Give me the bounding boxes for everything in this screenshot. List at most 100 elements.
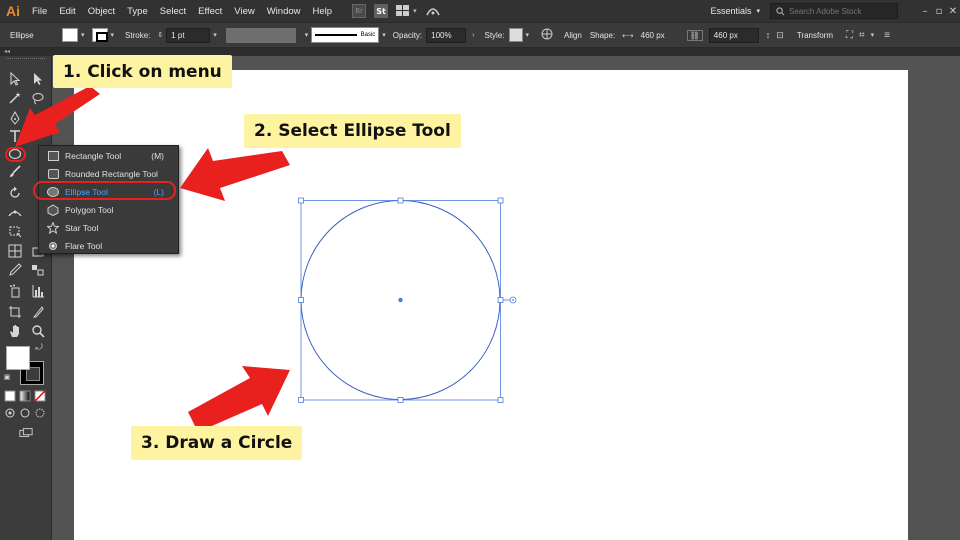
select-similar-icon[interactable]: ⛶ xyxy=(843,30,856,41)
toolbar-grip[interactable] xyxy=(6,58,45,64)
default-fill-stroke-icon[interactable]: ▣ xyxy=(2,372,12,382)
draw-mode-icon[interactable] xyxy=(4,407,16,419)
panel-menu-icon[interactable]: ≡ xyxy=(881,30,893,41)
callout-step-2: 2. Select Ellipse Tool xyxy=(244,114,461,148)
flyout-rounded-rectangle-tool[interactable]: Rounded Rectangle Tool xyxy=(39,165,178,183)
menu-effect[interactable]: Effect xyxy=(192,0,228,22)
isolate-object-icon[interactable]: ⌗ xyxy=(856,30,868,41)
constrain-proportions-icon[interactable]: ⛓ xyxy=(686,29,703,41)
callout-step-1: 1. Click on menu xyxy=(53,55,232,88)
shape-properties-icon[interactable]: ⊡ xyxy=(773,30,787,41)
shape-label: Shape: xyxy=(589,30,616,40)
variable-width-profile[interactable] xyxy=(225,27,296,43)
stock-button[interactable]: St xyxy=(374,4,389,18)
close-button[interactable]: ✕ xyxy=(946,6,960,17)
type-tool-icon[interactable] xyxy=(4,127,26,145)
canvas-pasteboard[interactable] xyxy=(52,56,960,540)
shape-height-field[interactable]: 460 px xyxy=(708,27,759,43)
opacity-label[interactable]: Opacity: xyxy=(389,31,426,40)
opacity-field[interactable]: 100% xyxy=(426,27,467,43)
blend-tool-icon[interactable] xyxy=(27,261,49,279)
brush-stroke-preview xyxy=(315,34,357,36)
width-icon: ⟷ xyxy=(622,30,634,40)
menu-object[interactable]: Object xyxy=(82,0,121,22)
free-transform-tool-icon[interactable] xyxy=(4,222,26,240)
paintbrush-tool-icon[interactable] xyxy=(4,163,26,181)
brush-definition[interactable]: Basic xyxy=(311,27,380,43)
rounded-rectangle-icon xyxy=(43,169,63,179)
hand-tool-icon[interactable] xyxy=(4,322,26,340)
bridge-button[interactable]: Br xyxy=(352,4,367,18)
rectangle-icon xyxy=(43,151,63,161)
menu-view[interactable]: View xyxy=(228,0,260,22)
flyout-item-label: Polygon Tool xyxy=(65,205,114,215)
arrange-documents-icon[interactable]: ▾ xyxy=(396,4,417,18)
shape-builder-tool-icon[interactable] xyxy=(4,242,26,260)
brush-dropdown-icon[interactable]: ▾ xyxy=(379,31,389,39)
brush-name: Basic xyxy=(360,32,376,38)
eyedropper-tool-icon[interactable] xyxy=(4,261,26,279)
opacity-arrow-icon[interactable]: › xyxy=(466,32,480,39)
gradient-mode-icon[interactable] xyxy=(19,390,31,402)
screen-mode-icon[interactable] xyxy=(16,426,36,440)
fill-dropdown-icon[interactable]: ▾ xyxy=(78,31,88,39)
rotate-tool-icon[interactable] xyxy=(4,184,26,202)
menu-select[interactable]: Select xyxy=(154,0,192,22)
profile-dropdown-icon[interactable]: ▾ xyxy=(302,31,312,39)
slice-tool-icon[interactable] xyxy=(27,303,49,321)
column-graph-tool-icon[interactable] xyxy=(27,282,49,300)
shape-width-field[interactable]: 460 px xyxy=(636,27,687,43)
transform-button[interactable]: Transform xyxy=(793,31,837,40)
menu-edit[interactable]: Edit xyxy=(53,0,81,22)
lasso-tool-icon[interactable] xyxy=(27,89,49,107)
stroke-stepper-icon[interactable]: ⇕ xyxy=(154,31,166,39)
width-tool-icon[interactable] xyxy=(4,204,26,222)
symbol-sprayer-tool-icon[interactable] xyxy=(4,282,26,300)
color-mode-icon[interactable] xyxy=(4,390,16,402)
workspace-switcher[interactable]: Essentials ▾ xyxy=(702,6,770,16)
stroke-swatch[interactable] xyxy=(91,28,108,42)
zoom-tool-icon[interactable] xyxy=(27,322,49,340)
swap-fill-stroke-icon[interactable]: ⤾ xyxy=(32,342,46,354)
maximize-button[interactable]: ▫ xyxy=(932,6,946,17)
pen-tool-icon[interactable] xyxy=(4,109,26,127)
recolor-artwork-icon[interactable] xyxy=(538,28,556,43)
flyout-polygon-tool[interactable]: Polygon Tool xyxy=(39,201,178,219)
stroke-weight-dropdown-icon[interactable]: ▾ xyxy=(210,31,220,39)
flyout-rectangle-tool[interactable]: Rectangle Tool (M) xyxy=(39,147,178,165)
minimize-button[interactable]: – xyxy=(918,6,932,17)
artboard[interactable] xyxy=(74,70,908,540)
stroke-label[interactable]: Stroke: xyxy=(121,31,154,40)
search-input[interactable] xyxy=(789,6,889,16)
gpu-performance-icon[interactable] xyxy=(425,4,441,18)
opacity-value: 100% xyxy=(431,30,452,40)
artboard-tool-icon[interactable] xyxy=(4,303,26,321)
fill-swatch[interactable] xyxy=(62,28,78,42)
stroke-weight-field[interactable]: 1 pt xyxy=(166,27,211,43)
align-button[interactable]: Align xyxy=(560,31,586,40)
isolate-dropdown-icon[interactable]: ▾ xyxy=(868,31,878,39)
draw-inside-icon[interactable] xyxy=(34,407,46,419)
flyout-flare-tool[interactable]: Flare Tool xyxy=(39,237,178,255)
magic-wand-tool-icon[interactable] xyxy=(4,89,26,107)
menu-type[interactable]: Type xyxy=(121,0,154,22)
menu-window[interactable]: Window xyxy=(261,0,307,22)
draw-behind-icon[interactable] xyxy=(19,407,31,419)
ellipse-tool-icon[interactable] xyxy=(4,145,26,163)
illustrator-window: Ai File Edit Object Type Select Effect V… xyxy=(0,0,960,540)
menu-file[interactable]: File xyxy=(26,0,53,22)
menu-help[interactable]: Help xyxy=(307,0,339,22)
none-mode-icon[interactable] xyxy=(34,390,46,402)
flyout-item-shortcut: (M) xyxy=(151,151,164,161)
flyout-ellipse-tool[interactable]: Ellipse Tool (L) xyxy=(39,183,178,201)
flyout-item-shortcut: (L) xyxy=(153,187,164,197)
selection-tool-icon[interactable] xyxy=(4,70,26,88)
stroke-weight-value: 1 pt xyxy=(171,30,185,40)
flyout-star-tool[interactable]: Star Tool xyxy=(39,219,178,237)
graphic-style-swatch[interactable] xyxy=(508,28,523,42)
fill-color-box[interactable] xyxy=(6,346,30,370)
style-dropdown-icon[interactable]: ▾ xyxy=(523,31,533,39)
stock-search[interactable] xyxy=(770,3,898,19)
stroke-dropdown-icon[interactable]: ▾ xyxy=(108,31,118,39)
direct-selection-tool-icon[interactable] xyxy=(27,70,49,88)
